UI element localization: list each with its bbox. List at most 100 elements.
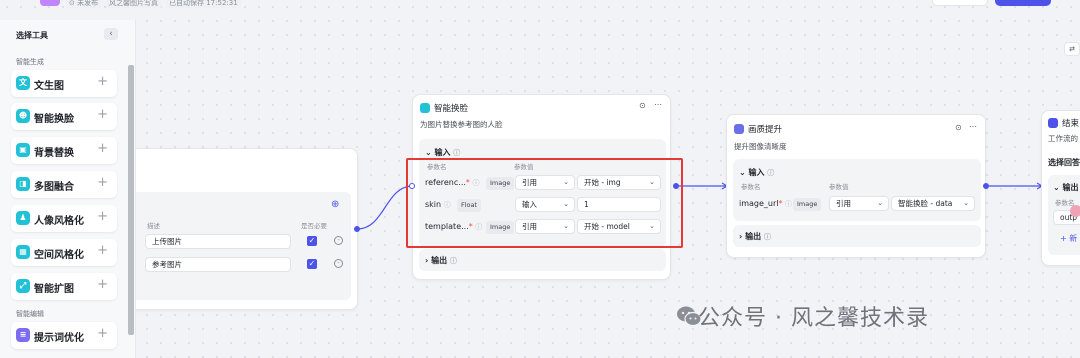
node-title: 智能换脸	[434, 104, 469, 114]
start-output-port[interactable]	[354, 226, 360, 232]
info-icon: ⓘ	[453, 149, 461, 157]
info-icon: ⓘ	[449, 257, 457, 265]
add-output-button[interactable]: + 新	[1060, 233, 1077, 244]
node-description: 工作流的	[1048, 134, 1078, 143]
section-generation-label: 智能生成	[16, 58, 44, 66]
info-icon: ⓘ	[785, 200, 793, 208]
tool-sidebar: 选择工具 ‹ 智能生成 文 文生图 + ☻ 智能换脸 + ▣ 背景替换 + ◨ …	[0, 20, 136, 358]
input-panel: ⌄ 输入 ⓘ 参数名 参数值 image_url* ⓘ Image 引用 ⌄ 智能…	[733, 159, 981, 221]
tool-portrait-stylize[interactable]: ♟ 人像风格化 +	[11, 205, 117, 232]
tool-label: 人像风格化	[34, 216, 84, 227]
chevron-down-icon: ⌄	[739, 168, 749, 177]
col-required-header: 是否必要	[301, 222, 327, 230]
required-checkbox-1[interactable]: ✓	[307, 236, 317, 246]
run-node-icon[interactable]: ⊙	[639, 101, 646, 110]
remove-row-icon[interactable]: -	[334, 259, 343, 268]
tool-label: 提示词优化	[34, 333, 84, 344]
tool-face-swap[interactable]: ☻ 智能换脸 +	[11, 103, 117, 130]
remove-row-icon[interactable]: -	[334, 236, 343, 245]
node-description: 提升图像清晰度	[734, 142, 787, 151]
output-section-header[interactable]: › 输出 ⓘ	[739, 231, 771, 242]
tool-prompt-optimize[interactable]: ≡ 提示词优化 +	[11, 322, 117, 349]
tool-label: 文生图	[34, 81, 64, 92]
type-tag: Image	[793, 198, 822, 211]
answer-mode-label: 选择回答	[1048, 158, 1080, 167]
param-name-text: image_url	[739, 199, 779, 208]
start-node[interactable]: ⊕ 描述 是否必要 上传图片 ✓ - 参考图片 ✓ -	[112, 148, 358, 310]
end-icon	[1048, 118, 1058, 128]
output-section-header[interactable]: › 输出 ⓘ	[425, 255, 457, 266]
value-select[interactable]: 智能换脸 - data ⌄	[891, 196, 975, 211]
info-icon: ⓘ	[767, 169, 775, 177]
chevron-down-icon: ⌄	[963, 199, 969, 207]
start-desc-field-2[interactable]: 参考图片	[145, 257, 291, 272]
tool-image-expand[interactable]: ⤢ 智能扩图 +	[11, 273, 117, 300]
output-panel[interactable]: › 输出 ⓘ	[733, 225, 981, 247]
output-label: 输出	[431, 256, 448, 265]
col-desc-header: 描述	[147, 222, 160, 230]
tool-label: 背景替换	[34, 148, 74, 159]
run-node-icon[interactable]: ⊙	[955, 123, 962, 132]
select-value: 智能换脸 - data	[898, 199, 953, 208]
fusion-icon: ◨	[16, 177, 30, 191]
tool-label: 空间风格化	[34, 250, 84, 261]
chevron-down-icon: ⌄	[425, 148, 435, 157]
enhance-output-port[interactable]	[983, 183, 989, 189]
add-tool-icon[interactable]: +	[97, 244, 108, 258]
end-node[interactable]: 结束 工作流的 选择回答 ⌄ 输出 参数名 outp + 新	[1041, 110, 1080, 266]
add-tool-icon[interactable]: +	[97, 75, 108, 89]
cursor-indicator	[1070, 205, 1080, 217]
highlight-box	[406, 158, 683, 248]
chevron-down-icon: ⌄	[1053, 183, 1063, 192]
watermark-text: 公众号 · 风之馨技术录	[698, 306, 929, 331]
output-section-header[interactable]: ⌄ 输出	[1053, 182, 1079, 193]
input-label: 输入	[434, 148, 451, 157]
more-options-icon[interactable]: ⋯	[654, 100, 662, 109]
node-title: 结束	[1062, 119, 1080, 129]
tool-label: 多图融合	[34, 182, 74, 193]
node-title: 画质提升	[748, 125, 783, 135]
input-section-header[interactable]: ⌄ 输入 ⓘ	[739, 167, 774, 178]
add-variable-icon[interactable]: ⊕	[331, 199, 339, 210]
add-tool-icon[interactable]: +	[97, 327, 108, 341]
collapse-sidebar-icon[interactable]: ‹	[104, 28, 118, 40]
tool-space-stylize[interactable]: ▦ 空间风格化 +	[11, 239, 117, 266]
background-icon: ▣	[16, 143, 30, 157]
output-panel[interactable]: › 输出 ⓘ	[419, 249, 666, 271]
input-section-header[interactable]: ⌄ 输入 ⓘ	[425, 147, 460, 158]
required-mark: *	[778, 199, 783, 208]
tool-text-to-image[interactable]: 文 文生图 +	[11, 70, 117, 97]
required-checkbox-2[interactable]: ✓	[307, 259, 317, 269]
enhance-icon	[734, 124, 744, 134]
add-tool-icon[interactable]: +	[97, 210, 108, 224]
col-param-header: 参数名	[741, 183, 761, 191]
param-name: image_url* ⓘ	[739, 199, 792, 209]
tool-label: 智能扩图	[34, 284, 74, 295]
tool-background-replace[interactable]: ▣ 背景替换 +	[11, 137, 117, 164]
add-tool-icon[interactable]: +	[97, 108, 108, 122]
node-description: 为图片替换参考图的人脸	[420, 120, 503, 129]
select-value: 引用	[836, 199, 851, 208]
source-mode-select[interactable]: 引用 ⌄	[829, 196, 889, 211]
space-icon: ▦	[16, 245, 30, 259]
output-label: 输出	[1062, 183, 1079, 192]
sidebar-title: 选择工具	[16, 31, 48, 40]
expand-icon: ⤢	[16, 279, 30, 293]
input-label: 输入	[748, 168, 765, 177]
chevron-down-icon: ⌄	[877, 199, 883, 207]
start-desc-field-1[interactable]: 上传图片	[145, 234, 291, 249]
prompt-icon: ≡	[16, 328, 30, 342]
toolbar-edge-button[interactable]: ⇄	[1064, 42, 1080, 56]
face-icon: ☻	[16, 109, 30, 123]
more-options-icon[interactable]: ⋯	[969, 122, 977, 131]
face-icon	[420, 103, 430, 113]
sidebar-scrollbar[interactable]	[128, 65, 134, 335]
text-image-icon: 文	[16, 76, 30, 90]
enhance-node[interactable]: 画质提升 ⊙ ⋯ 提升图像清晰度 ⌄ 输入 ⓘ 参数名 参数值 image_ur…	[726, 114, 986, 258]
add-tool-icon[interactable]: +	[97, 176, 108, 190]
add-tool-icon[interactable]: +	[97, 278, 108, 292]
tool-multi-image-fusion[interactable]: ◨ 多图融合 +	[11, 171, 117, 198]
portrait-icon: ♟	[16, 211, 30, 225]
add-tool-icon[interactable]: +	[97, 142, 108, 156]
tool-label: 智能换脸	[34, 114, 74, 125]
